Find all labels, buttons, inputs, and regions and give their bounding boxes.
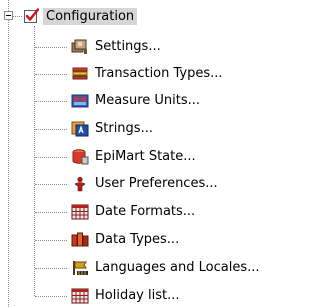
user-icon <box>71 176 89 192</box>
tree-node-transaction-types[interactable]: Transaction Types... <box>71 65 223 83</box>
checked-checkbox-icon[interactable] <box>23 8 40 24</box>
database-state-icon <box>71 149 89 165</box>
strings-icon <box>71 121 89 137</box>
tree-node-label: User Preferences... <box>95 176 218 191</box>
settings-icon <box>71 39 89 55</box>
tree-line-root <box>13 16 22 17</box>
calendar-grid-icon <box>71 288 89 304</box>
locale-flag-icon <box>71 260 89 276</box>
tree-node-label: Date Formats... <box>95 204 196 219</box>
tree-node-holiday-list[interactable]: Holiday list... <box>71 287 180 305</box>
tree-branch <box>35 129 67 130</box>
collapse-toggle-icon[interactable] <box>4 11 13 20</box>
tree-node-epimart-state[interactable]: EpiMart State... <box>71 148 196 166</box>
configuration-tree: Configuration Settings... Transaction Ty… <box>0 0 317 307</box>
tree-node-label: Settings... <box>95 39 161 54</box>
tree-node-data-types[interactable]: Data Types... <box>71 231 179 249</box>
tree-node-label: Languages and Locales... <box>95 260 260 275</box>
measure-units-icon <box>71 93 89 109</box>
tree-node-label: Data Types... <box>95 232 180 247</box>
stacked-cards-icon <box>71 66 89 82</box>
tree-node-label: Transaction Types... <box>95 66 223 81</box>
calendar-grid-icon <box>71 204 89 220</box>
data-types-icon <box>71 232 89 248</box>
tree-node-settings[interactable]: Settings... <box>71 38 161 56</box>
tree-node-strings[interactable]: Strings... <box>71 120 153 138</box>
tree-node-measure-units[interactable]: Measure Units... <box>71 92 200 110</box>
tree-branch <box>35 268 67 269</box>
tree-branch <box>35 240 67 241</box>
tree-node-user-preferences[interactable]: User Preferences... <box>71 175 218 193</box>
tree-branch <box>35 47 67 48</box>
tree-branch <box>35 157 67 158</box>
tree-node-date-formats[interactable]: Date Formats... <box>71 203 195 221</box>
tree-node-label: Strings... <box>95 121 153 136</box>
tree-line-children <box>34 26 35 296</box>
tree-line-left <box>8 0 9 307</box>
tree-branch <box>35 101 67 102</box>
tree-branch <box>35 184 67 185</box>
tree-node-label: Measure Units... <box>95 93 201 108</box>
tree-branch <box>35 296 67 297</box>
tree-node-label: EpiMart State... <box>95 149 196 164</box>
tree-node-label: Holiday list... <box>95 288 180 303</box>
tree-node-configuration[interactable]: Configuration <box>43 8 138 25</box>
tree-branch <box>35 74 67 75</box>
tree-node-languages-and-locales[interactable]: Languages and Locales... <box>71 259 260 277</box>
tree-branch <box>35 212 67 213</box>
